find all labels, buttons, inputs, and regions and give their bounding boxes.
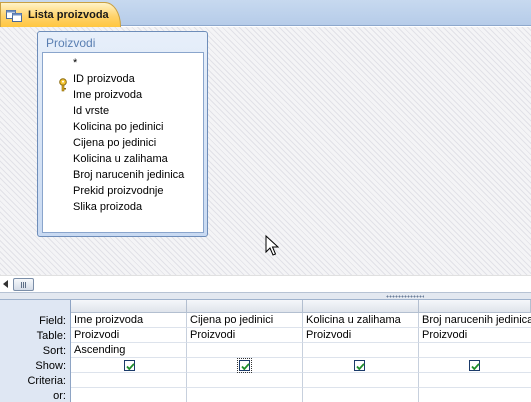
table-cell[interactable]: Proizvodi	[303, 328, 419, 343]
splitter-grip-icon[interactable]	[386, 295, 424, 298]
field-item[interactable]: Kolicina u zalihama	[73, 151, 168, 167]
show-checkbox[interactable]	[354, 360, 365, 371]
sort-cell[interactable]: Ascending	[71, 343, 187, 358]
table-title[interactable]: Proizvodi	[38, 32, 207, 52]
criteria-cell[interactable]	[419, 373, 531, 388]
field-cell[interactable]: Ime proizvoda	[71, 313, 187, 328]
column-selectors	[71, 300, 531, 313]
field-cell[interactable]: Cijena po jedinici	[187, 313, 303, 328]
column-selector[interactable]	[71, 300, 187, 313]
show-checkbox[interactable]	[124, 360, 135, 371]
scroll-left-arrow-icon[interactable]	[3, 280, 8, 288]
grid-row-labels: Field: Table: Sort: Show: Criteria: or:	[0, 300, 71, 402]
tab-lista-proizvoda[interactable]: Lista proizvoda	[0, 2, 121, 27]
column-selector[interactable]	[187, 300, 303, 313]
column-selector[interactable]	[303, 300, 419, 313]
show-checkbox[interactable]	[469, 360, 480, 371]
sort-cell[interactable]	[419, 343, 531, 358]
criteria-cell[interactable]	[303, 373, 419, 388]
table-cell[interactable]: Proizvodi	[71, 328, 187, 343]
or-cell[interactable]	[187, 388, 303, 402]
tab-label: Lista proizvoda	[28, 9, 109, 21]
criteria-cell[interactable]	[71, 373, 187, 388]
row-label-sort: Sort:	[42, 345, 66, 357]
show-checkbox[interactable]	[237, 358, 252, 373]
row-label-or: or:	[53, 390, 66, 402]
or-cell[interactable]	[303, 388, 419, 402]
or-cell[interactable]	[71, 388, 187, 402]
field-item[interactable]: Id vrste	[73, 103, 109, 119]
document-tab-bar: Lista proizvoda	[0, 0, 531, 27]
table-cell[interactable]: Proizvodi	[419, 328, 531, 343]
field-item[interactable]: Cijena po jedinici	[73, 135, 156, 151]
field-item[interactable]: Kolicina po jedinici	[73, 119, 164, 135]
mouse-pointer-icon	[265, 234, 280, 257]
field-item[interactable]: *	[73, 55, 77, 71]
table-field-list-proizvodi[interactable]: Proizvodi * ID proizvoda Ime proizvoda I…	[37, 31, 208, 237]
sort-cell[interactable]	[303, 343, 419, 358]
row-label-criteria: Criteria:	[27, 375, 66, 387]
row-label-table: Table:	[36, 330, 66, 342]
column-selector[interactable]	[419, 300, 531, 313]
field-item[interactable]: Slika proizoda	[73, 199, 142, 215]
sort-cell[interactable]	[187, 343, 303, 358]
criteria-cell[interactable]	[187, 373, 303, 388]
query-design-area[interactable]: Proizvodi * ID proizvoda Ime proizvoda I…	[0, 27, 531, 275]
scroll-thumb[interactable]	[13, 278, 34, 291]
field-item[interactable]: Ime proizvoda	[73, 87, 142, 103]
field-cell[interactable]: Broj narucenih jedinica	[419, 313, 531, 328]
field-item[interactable]: Prekid proizvodnje	[73, 183, 164, 199]
query-icon	[6, 8, 23, 22]
table-cell[interactable]: Proizvodi	[187, 328, 303, 343]
pane-splitter[interactable]	[0, 292, 531, 300]
field-item[interactable]: Broj narucenih jedinica	[73, 167, 184, 183]
horizontal-scrollbar[interactable]	[0, 275, 531, 292]
field-item[interactable]: ID proizvoda	[73, 71, 135, 87]
or-cell[interactable]	[419, 388, 531, 402]
field-list: * ID proizvoda Ime proizvoda Id vrste Ko…	[42, 52, 204, 233]
row-label-field: Field:	[39, 315, 66, 327]
primary-key-icon	[58, 78, 68, 92]
query-design-grid: Field: Table: Sort: Show: Criteria: or: …	[0, 300, 531, 402]
field-cell[interactable]: Kolicina u zalihama	[303, 313, 419, 328]
row-label-show: Show:	[35, 360, 66, 372]
